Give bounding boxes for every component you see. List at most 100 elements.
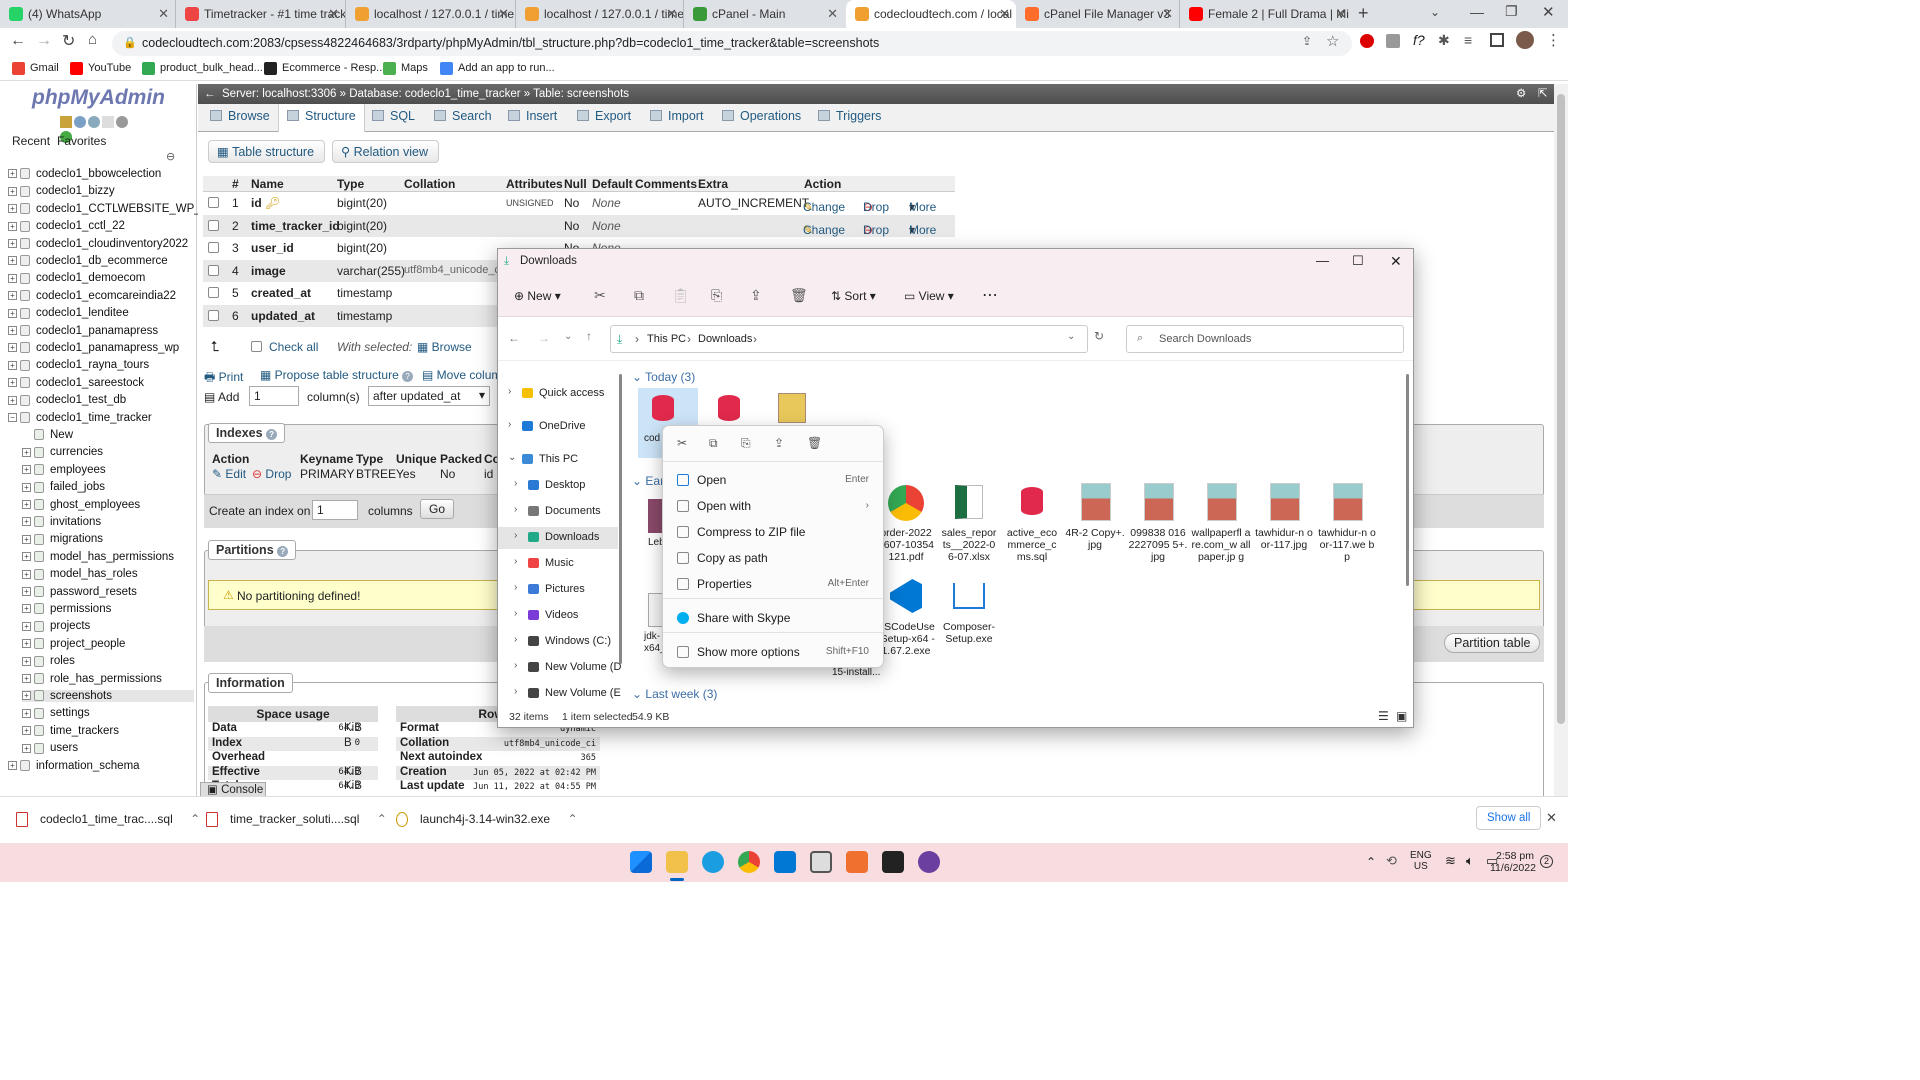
download-item[interactable]: time_tracker_soluti....sql ⌃ [206,812,387,827]
breadcrumb-table[interactable]: Table: screenshots [533,88,629,100]
chevron-up-icon[interactable]: ⌃ [567,812,577,826]
db-item-information-schema[interactable]: + information_schema [8,760,140,772]
chevron-icon[interactable]: › [514,504,517,515]
wifi-icon[interactable]: ≋ [1445,853,1456,869]
chevron-icon[interactable]: › [508,419,511,430]
expand-icon[interactable]: + [8,169,17,179]
chevron-icon[interactable]: › [514,556,517,567]
details-view-icon[interactable]: ☰ [1378,709,1389,723]
close-icon[interactable]: ✕ [498,0,509,28]
expand-icon[interactable]: + [22,552,31,562]
chevron-icon[interactable]: › [514,582,517,593]
extension-icon[interactable] [1386,34,1400,48]
db-item-codeclo1_db_ecommerce[interactable]: + codeclo1_db_ecommerce [8,255,168,267]
pma-logo[interactable]: phpMyAdmin [32,86,165,110]
db-item-codeclo1_demoecom[interactable]: + codeclo1_demoecom [8,272,145,284]
index-columns-input[interactable]: 1 [312,500,358,520]
nav-scrollbar[interactable] [619,374,622,664]
db-item-codeclo1_bizzy[interactable]: + codeclo1_bizzy [8,185,115,197]
table-item-project_people[interactable]: + project_people [22,638,125,650]
forward-icon[interactable]: → [538,331,550,345]
db-item-codeclo1_rayna_tours[interactable]: + codeclo1_rayna_tours [8,359,149,371]
path-bar[interactable]: ⤓ › This PC › Downloads › ⌄ [610,325,1088,353]
table-item-permissions[interactable]: + permissions [22,603,111,615]
up-icon[interactable]: ↑ [586,329,592,343]
field-name[interactable]: updated_at [251,309,315,323]
chevron-up-icon[interactable]: ⌃ [190,812,200,826]
table-item-migrations[interactable]: + migrations [22,533,103,545]
bookmark-ecommerce[interactable]: Ecommerce - Resp... [264,62,385,75]
recent-tab[interactable]: Recent [12,134,50,148]
tab-search[interactable]: Search [434,109,492,123]
share-icon[interactable]: ⇪ [1302,34,1312,48]
expand-icon[interactable]: + [22,656,31,666]
rename-icon[interactable]: ⎘ [741,436,751,451]
expand-icon[interactable]: + [22,465,31,475]
file-explorer-icon[interactable] [666,851,688,873]
nav-item-quick-access[interactable]: › Quick access [498,383,618,405]
db-item-codeclo1_time_tracker[interactable]: − codeclo1_time_tracker [8,412,152,424]
db-item-codeclo1_test_db[interactable]: + codeclo1_test_db [8,394,126,406]
media-icon[interactable]: ≡ [1464,32,1472,48]
nav-item-videos[interactable]: › Videos [498,605,618,627]
app-icon[interactable] [810,851,832,873]
nav-item-music[interactable]: › Music [498,553,618,575]
download-item[interactable]: codeclo1_time_trac....sql ⌃ [16,812,200,827]
table-item-New[interactable]: New [22,429,73,441]
close-icon[interactable]: ✕ [1546,810,1557,826]
field-name[interactable]: created_at [251,286,311,300]
refresh-icon[interactable]: ↻ [1094,329,1104,343]
expand-icon[interactable]: − [8,413,17,423]
path-downloads[interactable]: Downloads [698,333,752,345]
terminal-icon[interactable] [882,851,904,873]
close-icon[interactable]: ✕ [1335,0,1346,28]
file-item[interactable]: tawhidur-n oor-117.jpg [1254,483,1314,551]
field-name[interactable]: user_id [251,241,294,255]
breadcrumb-server[interactable]: Server: localhost:3306 [222,88,336,100]
bookmark-youtube[interactable]: YouTube [70,62,131,75]
recent-icon[interactable]: ⌄ [564,331,572,342]
row-checkbox[interactable] [208,219,219,231]
new-tab-button[interactable]: + [1358,3,1369,24]
puzzle-icon[interactable]: ✱ [1438,32,1450,49]
page-scrollbar[interactable] [1554,84,1568,796]
table-item-time_trackers[interactable]: + time_trackers [22,725,119,737]
check-all-checkbox[interactable] [251,341,262,352]
chevron-icon[interactable]: › [514,634,517,645]
tray-chevron-icon[interactable]: ⌃ [1366,855,1376,869]
docs-icon[interactable] [102,116,114,128]
expand-icon[interactable]: + [8,360,17,370]
chrome-icon[interactable] [738,851,760,873]
back-icon[interactable]: ← [508,331,520,345]
delete-icon[interactable]: 🗑︎ [790,287,808,304]
expand-icon[interactable]: + [22,534,31,544]
db-item-codeclo1_panamapress_wp[interactable]: + codeclo1_panamapress_wp [8,342,179,354]
volume-icon[interactable]: 🔈︎ [1466,853,1474,869]
gear-icon[interactable]: ⚙ [1516,84,1526,104]
nav-item-new-volume-d[interactable]: › New Volume (D [498,657,621,679]
add-count-input[interactable]: 1 [249,386,299,406]
link-icon[interactable]: ⊖ [166,150,175,163]
search-input[interactable]: ⌕ Search Downloads [1126,325,1404,353]
db-item-codeclo1_cctl_22[interactable]: + codeclo1_cctl_22 [8,220,125,232]
bookmark-add-app[interactable]: Add an app to run... [440,62,555,75]
tiles-view-icon[interactable]: ▣ [1396,709,1407,723]
expand-icon[interactable]: + [22,604,31,614]
nav-item-pictures[interactable]: › Pictures [498,579,618,601]
bookmark-star-icon[interactable]: ☆ [1326,32,1339,50]
chevron-icon[interactable]: › [514,478,517,489]
expand-icon[interactable]: + [8,761,17,771]
share-icon[interactable]: ⇪ [774,436,784,450]
maximize-button[interactable]: ☐ [1352,249,1364,273]
formula-extension-icon[interactable]: f? [1413,32,1425,48]
table-item-model_has_permissions[interactable]: + model_has_permissions [22,551,174,563]
minimize-button[interactable]: — [1316,249,1329,273]
db-item-codeclo1_panamapress[interactable]: + codeclo1_panamapress [8,325,158,337]
tab-export[interactable]: Export [577,109,631,123]
go-button[interactable]: Go [420,499,455,519]
row-checkbox[interactable] [208,197,219,208]
collapse-icon[interactable]: ← [204,84,216,104]
chevron-down-icon[interactable]: ⌄ [1067,331,1075,342]
close-icon[interactable]: ✕ [666,0,677,28]
expand-icon[interactable]: + [22,726,31,736]
